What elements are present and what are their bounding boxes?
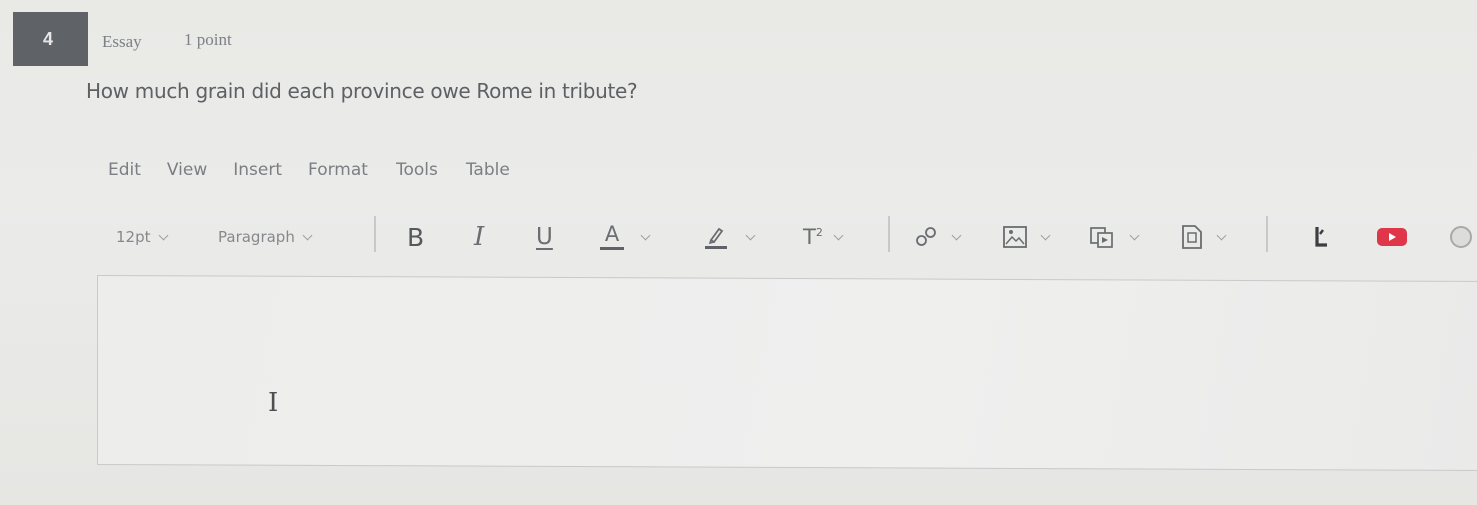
block-format-value: Paragraph	[218, 228, 295, 246]
menu-table[interactable]: Table	[466, 160, 510, 180]
youtube-button[interactable]	[1375, 212, 1409, 262]
question-text: How much grain did each province owe Rom…	[86, 79, 638, 103]
toolbar-divider	[888, 216, 890, 252]
link-icon	[916, 227, 936, 246]
question-points: 1 point	[184, 30, 232, 49]
youtube-icon	[1377, 228, 1407, 246]
toolbar-divider	[374, 216, 376, 252]
superscript-icon: T2	[803, 225, 823, 249]
image-button[interactable]	[1002, 212, 1051, 262]
text-color-icon: A	[600, 224, 624, 250]
question-number: 4	[43, 28, 54, 49]
chevron-down-icon	[1040, 230, 1051, 240]
text-cursor-icon: I	[268, 388, 279, 418]
toolbar-divider	[1266, 216, 1268, 252]
plugin-icon	[1315, 227, 1327, 247]
menu-edit[interactable]: Edit	[108, 160, 141, 180]
chevron-down-icon	[1216, 230, 1227, 240]
text-color-button[interactable]: A	[600, 212, 651, 262]
chevron-down-icon	[833, 230, 844, 240]
page: { "question": { "number": "4", "type": "…	[0, 0, 1477, 505]
chevron-down-icon	[951, 230, 962, 240]
image-icon	[1003, 226, 1027, 248]
document-icon	[1182, 225, 1202, 249]
chevron-down-icon	[158, 230, 168, 240]
italic-button[interactable]: I	[474, 212, 484, 262]
question-number-badge: 4	[13, 12, 88, 66]
plugin-button[interactable]	[1311, 212, 1333, 262]
document-button[interactable]	[1180, 212, 1227, 262]
editor-menubar: Edit View Insert Format Tools Table	[108, 160, 510, 180]
media-icon	[1090, 227, 1113, 248]
chevron-down-icon	[302, 230, 313, 240]
underline-icon: U	[536, 224, 553, 250]
underline-button[interactable]: U	[536, 212, 553, 262]
question-type: Essay	[102, 32, 142, 51]
superscript-button[interactable]: T2	[803, 212, 844, 262]
editor-toolbar: 12pt Paragraph B I U A T2	[0, 212, 1477, 262]
font-size-value: 12pt	[116, 228, 151, 246]
chevron-down-icon	[1129, 230, 1140, 240]
bold-button[interactable]: B	[407, 212, 424, 262]
more-icon	[1450, 226, 1472, 248]
font-size-select[interactable]: 12pt	[116, 212, 168, 262]
highlight-icon	[705, 227, 727, 249]
menu-tools[interactable]: Tools	[396, 160, 438, 180]
block-format-select[interactable]: Paragraph	[218, 212, 313, 262]
highlight-color-button[interactable]	[703, 212, 756, 262]
chevron-down-icon	[640, 230, 651, 240]
chevron-down-icon	[745, 230, 756, 240]
menu-insert[interactable]: Insert	[233, 160, 282, 180]
more-button[interactable]	[1450, 212, 1472, 262]
menu-view[interactable]: View	[167, 160, 207, 180]
link-button[interactable]	[913, 212, 962, 262]
menu-format[interactable]: Format	[308, 160, 368, 180]
bold-icon: B	[407, 222, 425, 252]
essay-answer-editor[interactable]	[97, 274, 1477, 472]
italic-icon: I	[474, 222, 485, 252]
media-button[interactable]	[1089, 212, 1140, 262]
